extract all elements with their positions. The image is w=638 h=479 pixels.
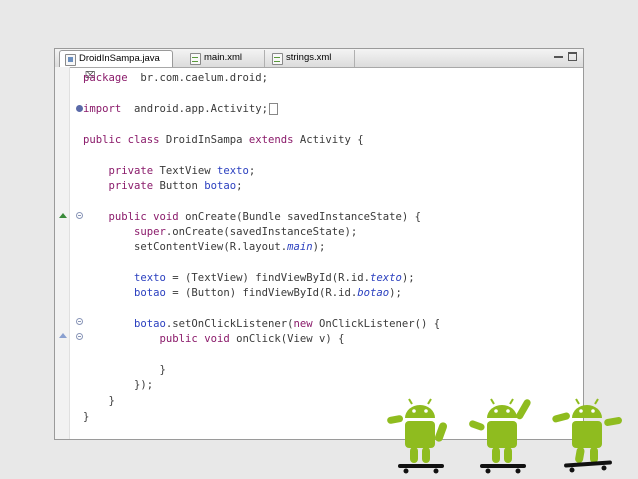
code-token: setContentView(R.layout. [83, 241, 288, 253]
code-token: ); [389, 287, 402, 299]
code-line[interactable]: package br.com.caelum.droid; [83, 71, 268, 85]
code-token: botao [134, 287, 166, 299]
code-token: public void [108, 211, 179, 223]
code-token: ); [312, 241, 326, 253]
code-token: public void [159, 333, 230, 345]
code-token: Button [153, 180, 205, 192]
code-token: OnClickListener() { [312, 318, 441, 330]
code-line[interactable]: private Button botao; [83, 179, 243, 193]
fold-collapse-icon[interactable] [76, 333, 83, 340]
code-line[interactable]: public class DroidInSampa extends Activi… [83, 133, 364, 147]
code-line[interactable]: } [83, 410, 89, 424]
code-token: .onCreate(savedInstanceState); [165, 226, 358, 238]
code-token: botao [134, 318, 166, 330]
code-token: .setOnClickListener( [165, 318, 294, 330]
fold-collapse-icon[interactable] [76, 318, 83, 325]
code-token: = (TextView) findViewById(R.id. [165, 272, 371, 284]
implements-marker-icon [59, 333, 67, 338]
code-line[interactable]: texto = (TextView) findViewById(R.id.tex… [83, 271, 415, 285]
android-skater-icon [552, 398, 623, 473]
expand-imports-icon[interactable] [76, 105, 83, 112]
code-token: package [83, 72, 128, 84]
override-marker-icon [59, 213, 67, 218]
code-token: extends [248, 134, 294, 146]
code-line[interactable]: botao = (Button) findViewById(R.id.botao… [83, 286, 402, 300]
code-line[interactable]: } [83, 394, 115, 408]
code-line[interactable]: import android.app.Activity; [83, 102, 278, 116]
code-token: private [108, 180, 154, 192]
code-token: ); [401, 272, 415, 284]
editor-window: DroidInSampa.java ⌧ main.xml strings.xml… [54, 48, 584, 440]
code-line[interactable]: private TextView texto; [83, 164, 256, 178]
code-line[interactable]: }); [83, 378, 153, 392]
code-token: new [293, 318, 313, 330]
code-token: super [134, 226, 166, 238]
tab-label: strings.xml [286, 52, 332, 63]
tab-strings-xml[interactable]: strings.xml [267, 50, 355, 67]
code-token: texto [134, 272, 166, 284]
tab-label: DroidInSampa.java [79, 53, 160, 64]
code-token: } [83, 395, 115, 407]
code-token: public class [83, 134, 160, 146]
minimize-icon[interactable] [554, 51, 563, 58]
code-token: }); [83, 379, 154, 391]
code-token: TextView [153, 165, 217, 177]
android-skater-icon [469, 398, 531, 474]
editor-ruler [55, 67, 70, 439]
code-token: ; [248, 165, 256, 177]
code-line[interactable]: setContentView(R.layout.main); [83, 240, 325, 254]
collapsed-imports-icon[interactable] [268, 103, 278, 115]
code-token: Activity { [293, 134, 364, 146]
code-token: private [108, 165, 154, 177]
tab-main-xml[interactable]: main.xml [185, 50, 265, 67]
code-token: } [83, 364, 166, 376]
code-token: DroidInSampa [159, 134, 249, 146]
code-token: main [287, 241, 313, 253]
code-line[interactable]: public void onClick(View v) { [83, 332, 345, 346]
code-line[interactable]: super.onCreate(savedInstanceState); [83, 225, 357, 239]
code-token: onClick(View v) { [229, 333, 345, 345]
tab-droidinsampa-java[interactable]: DroidInSampa.java ⌧ [59, 50, 173, 80]
android-skater-icon [387, 398, 448, 474]
code-token: import [83, 103, 122, 115]
android-mascots [384, 394, 624, 474]
xml-file-icon [190, 53, 201, 65]
code-token: android.app.Activity; [121, 103, 268, 115]
fold-collapse-icon[interactable] [76, 212, 83, 219]
code-token: ; [236, 180, 243, 192]
code-token: botao [204, 180, 237, 192]
code-line[interactable]: botao.setOnClickListener(new OnClickList… [83, 317, 440, 331]
maximize-icon[interactable] [568, 52, 577, 61]
code-token: onCreate(Bundle savedInstanceState) { [178, 211, 422, 223]
java-file-icon [65, 54, 76, 66]
code-token: texto [370, 272, 402, 284]
xml-file-icon [272, 53, 283, 65]
code-token: } [83, 411, 90, 423]
code-token: br.com.caelum.droid; [127, 72, 268, 84]
code-token: texto [216, 165, 249, 177]
code-token: botao [357, 287, 390, 299]
code-line[interactable]: } [83, 363, 166, 377]
tab-label: main.xml [204, 52, 243, 63]
code-token: = (Button) findViewById(R.id. [165, 287, 358, 299]
editor-tab-bar: DroidInSampa.java ⌧ main.xml strings.xml [55, 49, 583, 80]
code-line[interactable]: public void onCreate(Bundle savedInstanc… [83, 210, 422, 224]
